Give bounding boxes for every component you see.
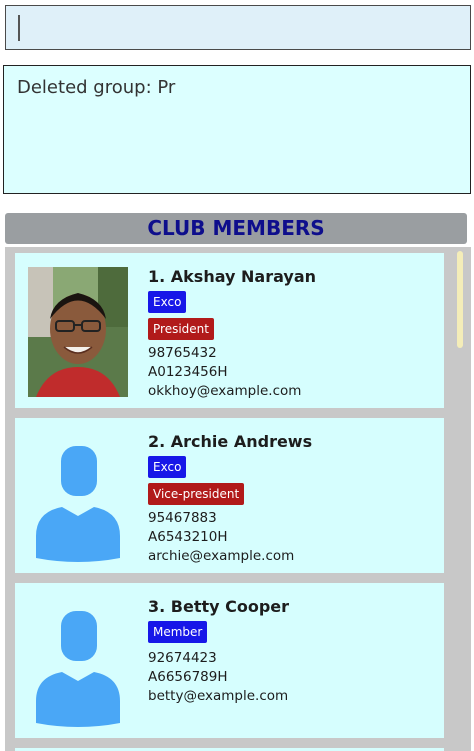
member-name: 2. Archie Andrews xyxy=(148,432,313,451)
tag-badge: President xyxy=(148,318,214,340)
member-list[interactable]: 1. Akshay Narayan Exco President 9876543… xyxy=(5,247,471,751)
member-name: 3. Betty Cooper xyxy=(148,597,290,616)
default-person-icon xyxy=(36,611,120,727)
result-display: Deleted group: Pr xyxy=(3,65,471,194)
member-name: 1. Akshay Narayan xyxy=(148,267,317,286)
members-header: CLUB MEMBERS xyxy=(5,213,467,244)
member-matric: A0123456H xyxy=(148,364,228,380)
member-matric: A6656789H xyxy=(148,669,228,685)
command-input[interactable] xyxy=(24,6,464,49)
member-email: betty@example.com xyxy=(148,688,289,704)
tag-badge: Exco xyxy=(148,291,187,313)
scrollbar-thumb[interactable] xyxy=(457,251,463,348)
tag-badge: Member xyxy=(148,621,208,643)
tag-badge: Vice-president xyxy=(148,483,245,505)
member-card[interactable]: 2. Archie Andrews Exco Vice-president 95… xyxy=(15,418,444,573)
member-card[interactable]: 3. Betty Cooper Member 92674423 A6656789… xyxy=(15,583,444,738)
member-card[interactable]: 1. Akshay Narayan Exco President 9876543… xyxy=(15,253,444,408)
command-box[interactable] xyxy=(5,5,471,50)
member-phone: 98765432 xyxy=(148,345,217,361)
tag-badge: Exco xyxy=(148,456,187,478)
member-matric: A6543210H xyxy=(148,529,228,545)
text-caret xyxy=(18,15,20,41)
member-photo xyxy=(28,267,128,397)
member-phone: 95467883 xyxy=(148,510,217,526)
member-phone: 92674423 xyxy=(148,650,217,666)
member-email: archie@example.com xyxy=(148,548,295,564)
member-email: okkhoy@example.com xyxy=(148,383,302,399)
result-text: Deleted group: Pr xyxy=(17,77,176,98)
default-person-icon xyxy=(36,446,120,562)
